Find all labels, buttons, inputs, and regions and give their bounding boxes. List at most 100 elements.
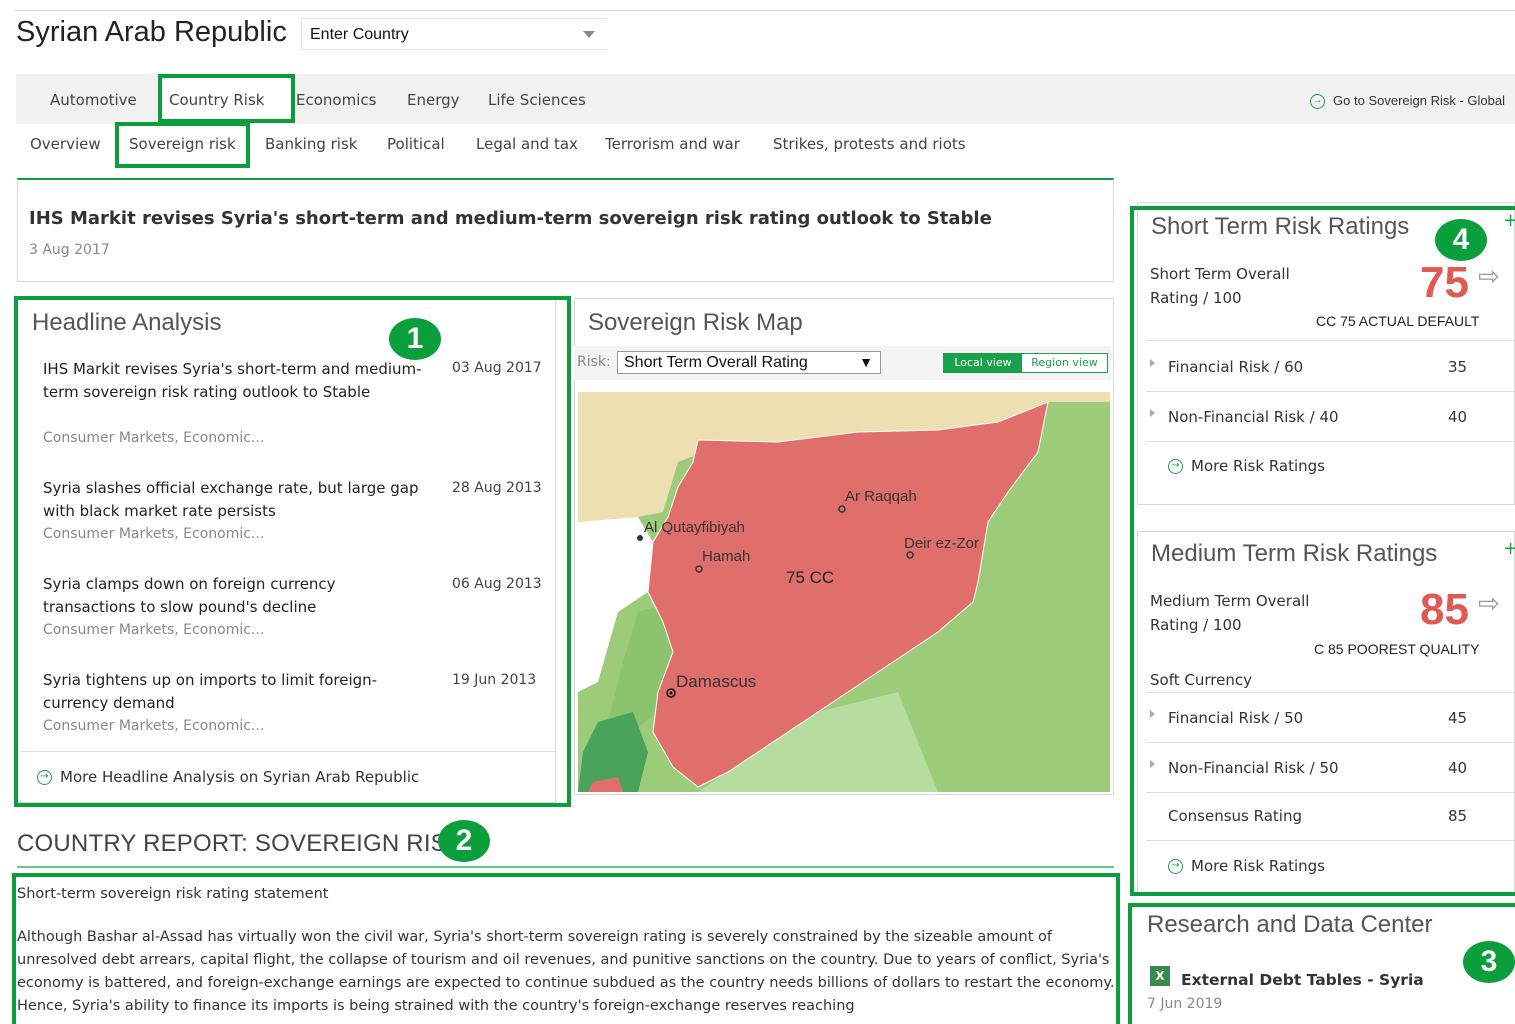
goto-global-label: Go to Sovereign Risk - Global — [1333, 93, 1505, 108]
subtab-sovereign-risk[interactable]: Sovereign risk — [129, 130, 236, 158]
sovereign-risk-map[interactable]: Ar Raqqah Al Qutayfibiyah Hamah Deir ez-… — [578, 392, 1110, 792]
tab-automotive[interactable]: Automotive — [40, 74, 147, 124]
expand-icon[interactable] — [1150, 710, 1155, 718]
short-term-title: Short Term Risk Ratings — [1151, 213, 1410, 240]
short-term-overall-label: Short Term Overall Rating / 100 — [1150, 265, 1290, 307]
short-term-note: CC 75 ACTUAL DEFAULT — [1316, 313, 1480, 329]
medium-term-note: C 85 POOREST QUALITY — [1314, 641, 1480, 657]
top-story-date: 3 Aug 2017 — [29, 242, 110, 258]
local-view-button[interactable]: Local view — [944, 354, 1022, 372]
report-body: Although Bashar al-Assad has virtually w… — [17, 929, 1115, 1014]
subtab-banking-risk[interactable]: Banking risk — [265, 130, 357, 158]
annotation-badge-3: 3 — [1463, 941, 1515, 983]
medium-term-row[interactable]: Consensus Rating 85 — [1146, 792, 1515, 841]
headline-item-title[interactable]: Syria clamps down on foreign currency tr… — [43, 573, 423, 619]
chevron-down-icon[interactable] — [583, 31, 595, 38]
short-term-row[interactable]: Non-Financial Risk / 40 40 — [1146, 393, 1515, 442]
excel-icon: X — [1150, 966, 1170, 986]
divider — [1146, 692, 1515, 693]
report-subheading: Short-term sovereign risk rating stateme… — [17, 886, 329, 902]
more-headline-link[interactable]: → More Headline Analysis on Syrian Arab R… — [37, 768, 419, 786]
risk-select[interactable]: Short Term Overall Rating ▼ — [617, 351, 881, 374]
headline-item-tags: Consumer Markets, Economic... — [43, 430, 265, 446]
headline-item-date: 19 Jun 2013 — [452, 672, 537, 688]
top-story-card: IHS Markit revises Syria's short-term an… — [17, 178, 1114, 282]
medium-term-overall-label: Medium Term Overall Rating / 100 — [1150, 592, 1310, 634]
headline-analysis-title: Headline Analysis — [32, 309, 222, 336]
currency-label: Soft Currency — [1150, 671, 1252, 689]
subtab-strikes[interactable]: Strikes, protests and riots — [773, 130, 966, 158]
risk-row-value: 85 — [1448, 807, 1468, 825]
research-item-date: 7 Jun 2019 — [1147, 996, 1223, 1012]
risk-row-value: 40 — [1448, 408, 1468, 426]
subtab-legal-tax[interactable]: Legal and tax — [476, 130, 578, 158]
city-label-hamah: Hamah — [702, 548, 750, 565]
annotation-badge-4: 4 — [1435, 219, 1487, 261]
medium-term-title: Medium Term Risk Ratings — [1151, 540, 1438, 567]
arrow-right-icon[interactable]: ⇨ — [1478, 589, 1500, 619]
page-title: Syrian Arab Republic — [16, 16, 287, 48]
goto-global-link[interactable]: → Go to Sovereign Risk - Global — [1310, 74, 1505, 128]
subtab-terrorism-war[interactable]: Terrorism and war — [605, 130, 740, 158]
divider — [20, 751, 555, 752]
expand-icon[interactable] — [1150, 409, 1155, 417]
risk-row-label: Non-Financial Risk / 50 — [1168, 759, 1339, 777]
medium-term-more-link[interactable]: → More Risk Ratings — [1168, 857, 1325, 875]
short-term-row[interactable]: Financial Risk / 60 35 — [1146, 343, 1515, 392]
country-select[interactable]: Enter Country — [301, 18, 607, 50]
short-term-overall-value: 75 — [1420, 258, 1469, 307]
city-label-ar-raqqah: Ar Raqqah — [845, 488, 917, 505]
headline-item-tags: Consumer Markets, Economic... — [43, 526, 265, 542]
headline-item-date: 06 Aug 2013 — [452, 576, 542, 592]
risk-row-label: Financial Risk / 60 — [1168, 358, 1304, 376]
tab-energy[interactable]: Energy — [397, 74, 470, 124]
caret-down-icon: ▼ — [859, 354, 873, 370]
risk-row-label: Consensus Rating — [1168, 807, 1302, 825]
risk-row-value: 45 — [1448, 709, 1468, 727]
subtab-political[interactable]: Political — [387, 130, 445, 158]
report-rule — [17, 866, 1114, 868]
risk-row-value: 40 — [1448, 759, 1468, 777]
risk-row-label: Financial Risk / 50 — [1168, 709, 1304, 727]
risk-select-value: Short Term Overall Rating — [624, 354, 808, 371]
medium-term-overall-value: 85 — [1420, 585, 1469, 634]
medium-term-row[interactable]: Financial Risk / 50 45 — [1146, 694, 1515, 743]
risk-label: Risk: — [577, 354, 611, 370]
circle-arrow-icon: → — [1310, 94, 1326, 110]
more-ratings-label: More Risk Ratings — [1191, 857, 1325, 875]
add-icon[interactable]: + — [1503, 538, 1515, 559]
map-toolbar: Risk: Short Term Overall Rating ▼ Local … — [574, 346, 1111, 380]
top-rule — [14, 10, 1515, 11]
headline-item-title[interactable]: IHS Markit revises Syria's short-term an… — [43, 358, 423, 404]
add-icon[interactable]: + — [1503, 210, 1515, 231]
circle-arrow-icon: → — [1168, 459, 1183, 474]
tab-country-risk[interactable]: Country Risk — [159, 74, 293, 124]
headline-item-title[interactable]: Syria tightens up on imports to limit fo… — [43, 669, 423, 715]
headline-item-title[interactable]: Syria slashes official exchange rate, bu… — [43, 477, 423, 523]
arrow-right-icon[interactable]: ⇨ — [1478, 262, 1500, 292]
headline-item-tags: Consumer Markets, Economic... — [43, 622, 265, 638]
tab-economics[interactable]: Economics — [286, 74, 386, 124]
medium-term-row[interactable]: Non-Financial Risk / 50 40 — [1146, 744, 1515, 793]
main-tabs: Automotive Country Risk Economics Energy… — [16, 74, 1515, 124]
headline-item-date: 28 Aug 2013 — [452, 480, 542, 496]
research-title: Research and Data Center — [1147, 911, 1433, 938]
subtab-overview[interactable]: Overview — [30, 130, 101, 158]
research-item-title[interactable]: External Debt Tables - Syria — [1181, 971, 1424, 989]
annotation-badge-1: 1 — [389, 318, 441, 360]
city-label-deir-ez-zor: Deir ez-Zor — [904, 535, 979, 552]
tab-life-sciences[interactable]: Life Sciences — [478, 74, 596, 124]
region-view-button[interactable]: Region view — [1022, 354, 1107, 372]
sovereign-map-title: Sovereign Risk Map — [588, 309, 803, 336]
expand-icon[interactable] — [1150, 760, 1155, 768]
headline-item-date: 03 Aug 2017 — [452, 360, 542, 376]
risk-row-value: 35 — [1448, 358, 1468, 376]
circle-arrow-icon: → — [1168, 859, 1183, 874]
top-story-title[interactable]: IHS Markit revises Syria's short-term an… — [29, 208, 992, 229]
circle-arrow-icon: → — [37, 770, 52, 785]
country-select-value: Enter Country — [310, 26, 409, 43]
expand-icon[interactable] — [1150, 359, 1155, 367]
divider — [1146, 340, 1515, 341]
short-term-more-link[interactable]: → More Risk Ratings — [1168, 457, 1325, 475]
headline-item-tags: Consumer Markets, Economic... — [43, 718, 265, 734]
